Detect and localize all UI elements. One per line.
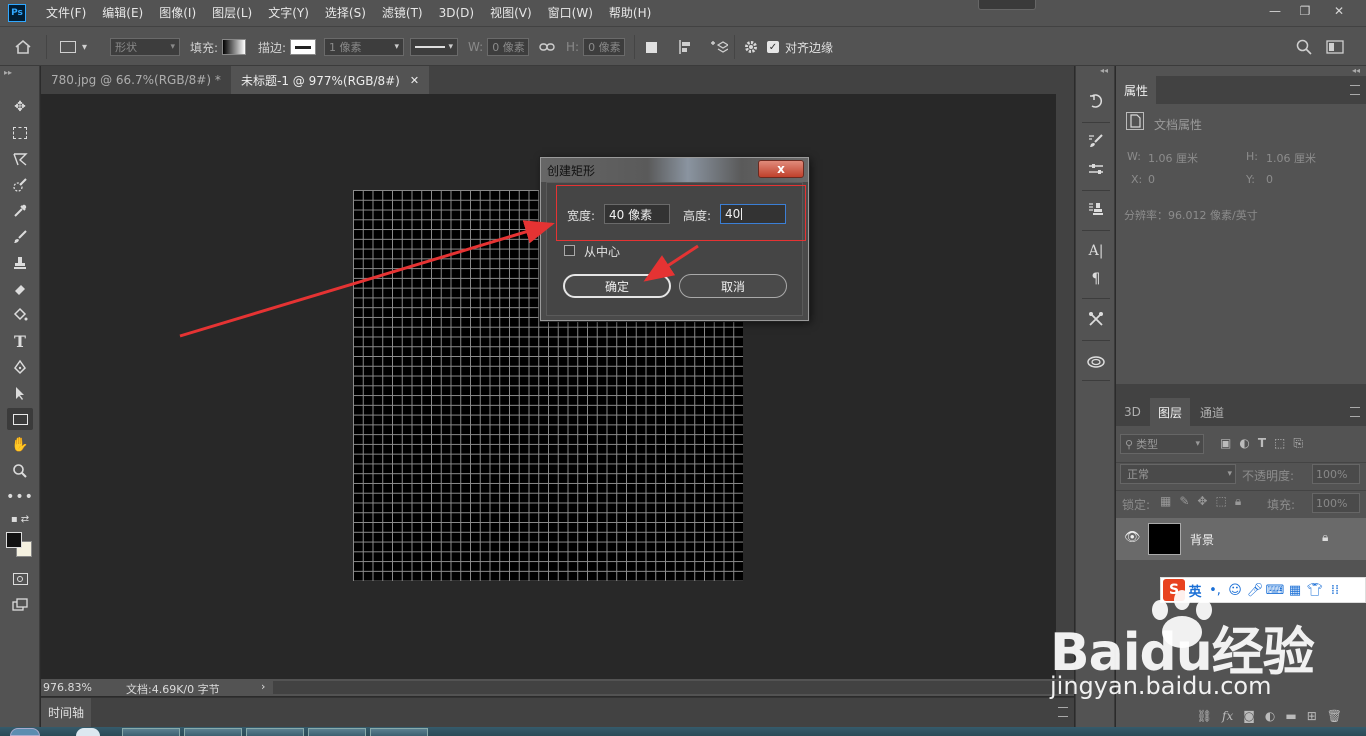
skin-icon[interactable]: 👕︎ [1305, 580, 1325, 600]
keyboard-icon[interactable]: ⌨ [1265, 580, 1285, 600]
toolbox-icon[interactable]: ▦ [1285, 580, 1305, 600]
foreground-color-swatch[interactable] [6, 532, 22, 548]
taskbar-item[interactable] [308, 728, 366, 736]
taskbar-item[interactable] [370, 728, 428, 736]
taskbar-item[interactable] [184, 728, 242, 736]
ime-toolbar: S 英 •, ☺ 🎤︎ ⌨ ▦ 👕︎ ⁞⁞ [1160, 577, 1366, 603]
punctuation-icon[interactable]: •, [1205, 580, 1225, 600]
ime-language-toggle[interactable]: 英 [1185, 580, 1205, 600]
annotation-arrow-to-fields [179, 220, 555, 338]
taskbar-browser-icon[interactable] [76, 728, 100, 736]
taskbar-item[interactable] [122, 728, 180, 736]
os-taskbar [0, 727, 1366, 736]
annotation-arrows [179, 220, 699, 338]
grid-menu-icon[interactable]: ⁞⁞ [1325, 580, 1345, 600]
microphone-icon[interactable]: 🎤︎ [1245, 580, 1265, 600]
sogou-logo-icon[interactable]: S [1163, 579, 1185, 601]
taskbar-item[interactable] [246, 728, 304, 736]
emoji-icon[interactable]: ☺ [1225, 580, 1245, 600]
annotation-arrow-to-ok [643, 244, 699, 282]
start-button[interactable] [10, 728, 40, 736]
